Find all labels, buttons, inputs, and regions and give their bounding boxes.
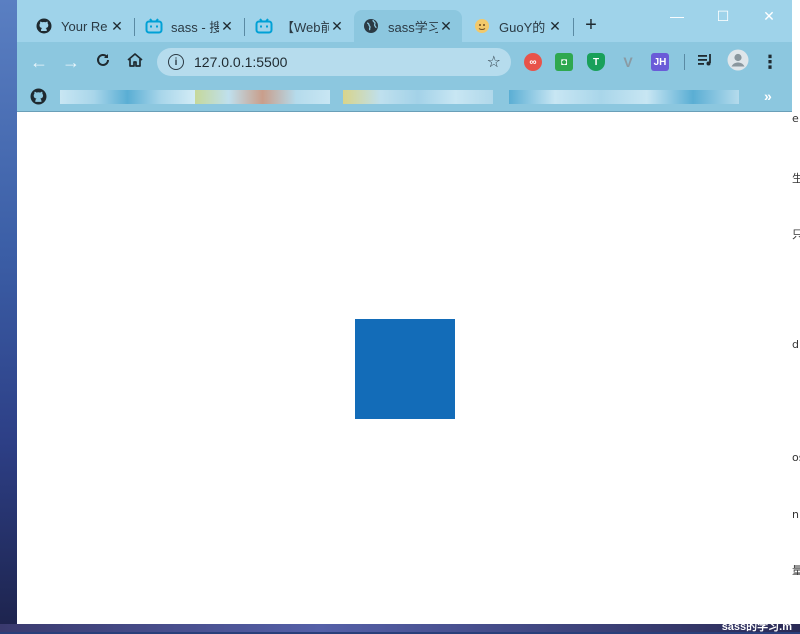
vue-devtools-extension-icon[interactable]: V bbox=[619, 53, 637, 71]
globe-icon bbox=[362, 17, 380, 35]
tab-title: GuoY的 bbox=[499, 19, 546, 35]
background-text-fragment: n bbox=[792, 508, 799, 521]
tab-guoy[interactable]: GuoY的 ✕ bbox=[465, 10, 571, 42]
blurred-bookmark[interactable] bbox=[343, 90, 493, 104]
tab-strip: Your Re ✕ sass - 搜 ✕ 【Web前 ✕ sass学习 ✕ Gu… bbox=[17, 0, 792, 42]
reload-icon bbox=[95, 52, 111, 73]
jh-extension-icon[interactable]: JH bbox=[651, 53, 669, 71]
background-text-fragment: 只 bbox=[792, 228, 800, 241]
new-tab-button[interactable]: + bbox=[580, 14, 602, 36]
close-icon[interactable]: ✕ bbox=[219, 18, 235, 34]
page-viewport bbox=[17, 112, 792, 624]
close-icon[interactable]: ✕ bbox=[547, 18, 563, 34]
desktop-wallpaper-left bbox=[0, 0, 17, 632]
blurred-bookmark[interactable] bbox=[60, 90, 195, 104]
info-icon[interactable]: i bbox=[168, 54, 184, 70]
background-text-fragment: d bbox=[792, 338, 799, 351]
profile-button[interactable] bbox=[726, 49, 750, 76]
background-text-fragment: e bbox=[792, 112, 799, 125]
address-url[interactable]: 127.0.0.1:5500 bbox=[194, 54, 487, 70]
background-text-fragment: 量 bbox=[792, 564, 800, 577]
bookmarks-overflow-button[interactable]: » bbox=[764, 88, 772, 104]
arrow-right-icon: → bbox=[62, 51, 80, 72]
tab-sass-search[interactable]: sass - 搜 ✕ bbox=[137, 10, 243, 42]
tab-title: sass - 搜 bbox=[171, 19, 219, 35]
close-icon[interactable]: ✕ bbox=[329, 18, 345, 34]
home-button[interactable] bbox=[123, 50, 147, 74]
bilibili-icon bbox=[255, 17, 273, 35]
bookmarks-bar: » bbox=[17, 82, 792, 112]
github-icon[interactable] bbox=[30, 88, 47, 110]
media-control-button[interactable] bbox=[694, 50, 718, 74]
reload-button[interactable] bbox=[91, 50, 115, 74]
more-vertical-icon: ⋮ bbox=[761, 51, 779, 72]
close-window-button[interactable]: ✕ bbox=[746, 4, 792, 28]
t-shield-extension-icon[interactable]: T bbox=[587, 53, 605, 71]
tab-github[interactable]: Your Re ✕ bbox=[27, 10, 133, 42]
green-square-extension-icon[interactable]: ◘ bbox=[555, 53, 573, 71]
infinity-extension-icon[interactable]: ∞ bbox=[524, 53, 542, 71]
browser-window: Your Re ✕ sass - 搜 ✕ 【Web前 ✕ sass学习 ✕ Gu… bbox=[17, 0, 792, 624]
forward-button[interactable]: → bbox=[59, 50, 83, 74]
close-icon[interactable]: ✕ bbox=[438, 18, 454, 34]
back-button[interactable]: ← bbox=[27, 50, 51, 74]
background-text-fragment: os bbox=[792, 451, 800, 464]
blurred-bookmark[interactable] bbox=[509, 90, 739, 104]
avatar-icon bbox=[473, 17, 491, 35]
github-icon bbox=[35, 17, 53, 35]
bilibili-icon bbox=[145, 17, 163, 35]
tab-title: sass学习 bbox=[388, 19, 438, 35]
close-icon[interactable]: ✕ bbox=[109, 18, 125, 34]
maximize-button[interactable]: ☐ bbox=[700, 4, 746, 28]
blue-square-box bbox=[355, 319, 455, 419]
tab-title: Your Re bbox=[61, 18, 108, 34]
home-icon bbox=[126, 51, 144, 74]
arrow-left-icon: ← bbox=[30, 51, 48, 72]
tab-sass-study-active[interactable]: sass学习 ✕ bbox=[354, 10, 462, 42]
tab-web-course[interactable]: 【Web前 ✕ bbox=[247, 10, 353, 42]
profile-avatar-icon bbox=[727, 49, 749, 76]
address-bar[interactable]: i 127.0.0.1:5500 ☆ bbox=[157, 48, 511, 76]
background-text-fragment: 生 bbox=[792, 172, 800, 185]
tab-title: 【Web前 bbox=[281, 19, 329, 35]
minimize-button[interactable]: — bbox=[654, 4, 700, 28]
menu-button[interactable]: ⋮ bbox=[758, 50, 782, 74]
playlist-icon bbox=[697, 52, 715, 73]
background-window-right-edge: e 生 只 d os n 量 bbox=[792, 0, 800, 632]
desktop-wallpaper-bottom: sass的学习.m bbox=[0, 621, 800, 633]
navigation-toolbar: ← → i 127.0.0.1:5500 ☆ ∞ ◘ T V JH ⋮ bbox=[17, 42, 792, 82]
star-icon[interactable]: ☆ bbox=[487, 52, 501, 72]
blurred-bookmark[interactable] bbox=[195, 90, 330, 104]
